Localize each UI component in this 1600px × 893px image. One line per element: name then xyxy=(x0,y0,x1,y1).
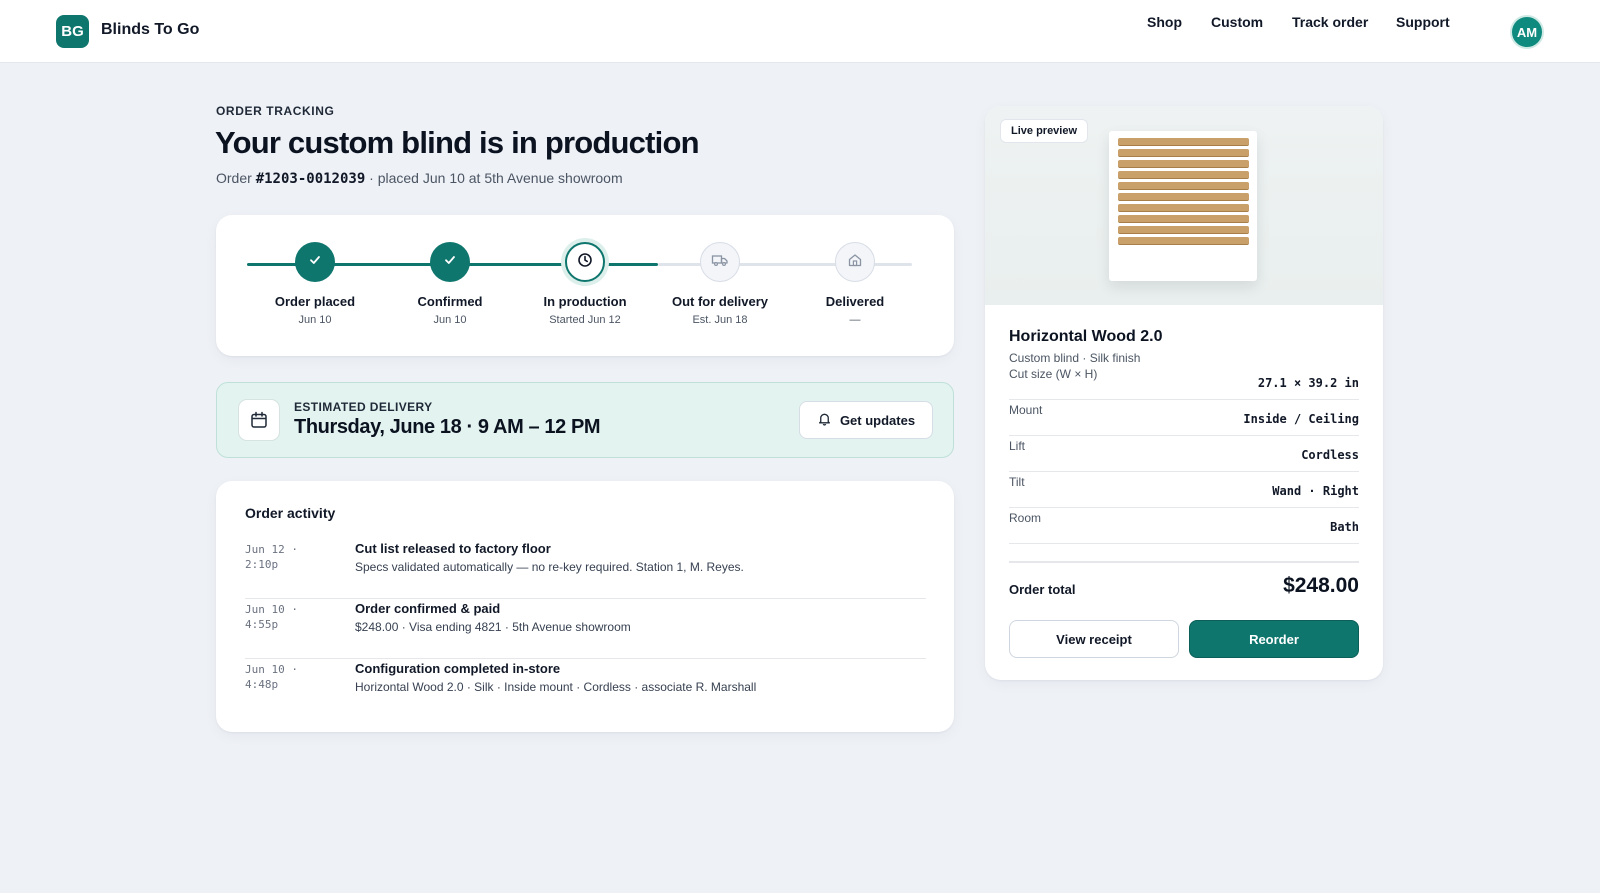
nav-link-shop[interactable]: Shop xyxy=(1147,14,1182,32)
order-number: #1203-0012039 xyxy=(255,171,366,187)
nav-link-custom[interactable]: Custom xyxy=(1211,14,1263,32)
spec-value: Cordless xyxy=(1301,448,1359,462)
order-total-label: Order total xyxy=(1009,582,1076,597)
page-title: Your custom blind is in production xyxy=(215,125,700,160)
step-delivered-date: — xyxy=(849,314,861,326)
nav-link-track-order[interactable]: Track order xyxy=(1292,14,1368,32)
step-in-production-date: Started Jun 12 xyxy=(549,314,621,326)
order-total-value: $248.00 xyxy=(1283,574,1359,597)
step-order-placed-date: Jun 10 xyxy=(298,314,332,326)
product-summary-card: Live preview Horizontal Wood 2.0 Custom … xyxy=(985,106,1383,680)
spec-row-room: Room Bath xyxy=(1009,508,1359,544)
activity-heading: Cut list released to factory floor xyxy=(355,541,551,556)
activity-date: Jun 12 · xyxy=(245,543,298,556)
bell-icon xyxy=(817,411,832,429)
spec-label: Tilt xyxy=(1009,475,1025,489)
activity-date: Jun 10 · xyxy=(245,663,298,676)
spec-row-tilt: Tilt Wand · Right xyxy=(1009,472,1359,508)
blind-slat xyxy=(1118,204,1249,212)
total-divider xyxy=(1009,561,1359,563)
step-delivered-label: Delivered xyxy=(825,294,885,309)
step-out-for-delivery-label: Out for delivery xyxy=(671,294,769,309)
product-subtitle: Custom blind · Silk finish xyxy=(1009,351,1141,365)
blind-preview-image xyxy=(1109,131,1257,281)
activity-description: Specs validated automatically — no re-ke… xyxy=(355,560,744,574)
get-updates-label: Get updates xyxy=(839,412,916,428)
activity-item: Jun 10 · 4:48p Configuration completed in… xyxy=(245,659,926,719)
activity-description: $248.00 · Visa ending 4821 · 5th Avenue … xyxy=(355,620,631,634)
estimated-delivery-banner: ESTIMATED DELIVERY Thursday, June 18 · 9… xyxy=(216,382,954,458)
blind-slat xyxy=(1118,215,1249,223)
view-receipt-button[interactable]: View receipt xyxy=(1009,620,1179,658)
step-confirmed-label: Confirmed xyxy=(417,294,483,309)
blind-slat xyxy=(1118,149,1249,157)
blind-slat xyxy=(1118,226,1249,234)
user-avatar[interactable]: AM xyxy=(1510,15,1544,49)
activity-time: 2:10p xyxy=(245,558,279,571)
spec-row-cut-size: Cut size (W × H) 27.1 × 39.2 in xyxy=(1009,364,1359,400)
blind-preview: Live preview xyxy=(985,106,1383,305)
step-confirmed-date: Jun 10 xyxy=(433,314,467,326)
activity-title: Order activity xyxy=(245,505,336,521)
delivery-eyebrow: ESTIMATED DELIVERY xyxy=(294,400,433,414)
reorder-button[interactable]: Reorder xyxy=(1189,620,1359,658)
order-activity-card: Order activity Jun 12 · 2:10p Cut list re… xyxy=(216,481,954,732)
step-in-production-label: In production xyxy=(543,294,627,309)
spec-label: Cut size (W × H) xyxy=(1009,367,1098,381)
activity-description: Horizontal Wood 2.0 · Silk · Inside moun… xyxy=(355,680,757,694)
spec-label: Room xyxy=(1009,511,1042,525)
activity-timestamp: Jun 12 · 2:10p xyxy=(245,542,335,572)
blind-slat xyxy=(1118,160,1249,168)
order-progress-card: Order placed Jun 10 Confirmed Jun 10 In … xyxy=(216,215,954,356)
step-out-for-delivery-indicator xyxy=(700,242,740,282)
step-delivered-indicator xyxy=(835,242,875,282)
step-confirmed-indicator xyxy=(430,242,470,282)
activity-date: Jun 10 · xyxy=(245,603,298,616)
blind-slat xyxy=(1118,138,1249,146)
spec-label: Lift xyxy=(1009,439,1026,453)
calendar-icon xyxy=(238,399,280,441)
check-icon xyxy=(443,253,457,272)
activity-time: 4:55p xyxy=(245,618,279,631)
spec-row-lift: Lift Cordless xyxy=(1009,436,1359,472)
check-icon xyxy=(308,253,322,272)
order-prefix: Order xyxy=(216,170,252,186)
step-order-placed-indicator xyxy=(295,242,335,282)
order-summary-line: Order #1203-0012039 · placed Jun 10 at 5… xyxy=(216,170,623,187)
nav-link-support[interactable]: Support xyxy=(1396,14,1450,32)
blind-slat xyxy=(1118,171,1249,179)
delivery-window: Thursday, June 18 · 9 AM – 12 PM xyxy=(294,416,601,438)
home-icon xyxy=(847,252,863,273)
live-preview-badge: Live preview xyxy=(1000,119,1089,143)
order-placed-info: · placed Jun 10 at 5th Avenue showroom xyxy=(365,170,623,186)
activity-time: 4:48p xyxy=(245,678,279,691)
activity-timestamp: Jun 10 · 4:55p xyxy=(245,602,335,632)
order-tracking-eyebrow: ORDER TRACKING xyxy=(216,104,335,118)
activity-item: Jun 12 · 2:10p Cut list released to facto… xyxy=(245,539,926,599)
brand-name[interactable]: Blinds To Go xyxy=(101,21,199,39)
truck-icon xyxy=(711,252,729,273)
get-updates-button[interactable]: Get updates xyxy=(799,401,933,439)
spec-row-mount: Mount Inside / Ceiling xyxy=(1009,400,1359,436)
spec-value: Wand · Right xyxy=(1272,484,1359,498)
step-order-placed-label: Order placed xyxy=(274,294,356,309)
spec-value: Bath xyxy=(1330,520,1359,534)
spec-value: Inside / Ceiling xyxy=(1243,412,1359,426)
spec-value: 27.1 × 39.2 in xyxy=(1257,376,1359,390)
blind-slat xyxy=(1118,193,1249,201)
top-navigation-bar: BG Blinds To Go Shop Custom Track order … xyxy=(0,0,1600,63)
blind-slat xyxy=(1118,237,1249,245)
clock-icon xyxy=(577,252,593,273)
activity-heading: Configuration completed in-store xyxy=(355,661,561,676)
activity-heading: Order confirmed & paid xyxy=(355,601,501,616)
activity-timestamp: Jun 10 · 4:48p xyxy=(245,662,335,692)
blind-slat xyxy=(1118,182,1249,190)
activity-item: Jun 10 · 4:55p Order confirmed & paid $24… xyxy=(245,599,926,659)
step-out-for-delivery-date: Est. Jun 18 xyxy=(692,314,748,326)
spec-label: Mount xyxy=(1009,403,1043,417)
product-name: Horizontal Wood 2.0 xyxy=(1009,328,1163,345)
brand-logo[interactable]: BG xyxy=(56,15,89,48)
step-in-production-indicator xyxy=(565,242,605,282)
